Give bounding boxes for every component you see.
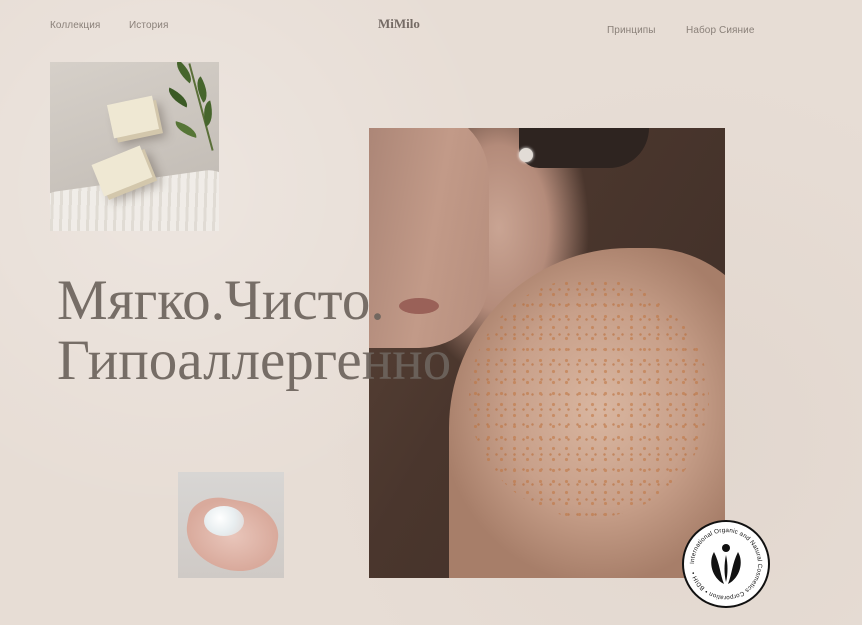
bdih-logo-icon: International Organic and Natural Cosmet… bbox=[689, 527, 763, 601]
nav-principles-link[interactable]: Принципы bbox=[607, 25, 656, 36]
soap-bar bbox=[106, 95, 160, 139]
leaf bbox=[172, 121, 200, 138]
soap-photo bbox=[50, 62, 219, 231]
hero-headline-line-2: Гипоаллергенно bbox=[57, 329, 452, 392]
nav-glow-set-link[interactable]: Набор Сияние bbox=[686, 25, 755, 36]
gel bbox=[204, 506, 244, 536]
nav-history-link[interactable]: История bbox=[129, 20, 168, 31]
nav-collection-link[interactable]: Коллекция bbox=[50, 20, 100, 31]
leaf bbox=[164, 87, 192, 108]
hand bbox=[180, 492, 284, 578]
brand-logo[interactable]: MiMilo bbox=[378, 16, 420, 32]
bdih-certification-badge[interactable]: International Organic and Natural Cosmet… bbox=[682, 520, 770, 608]
hero-headline-line-1: Мягко.Чисто. bbox=[57, 269, 385, 332]
earring bbox=[519, 148, 533, 162]
hair bbox=[519, 128, 649, 168]
hand-photo bbox=[178, 472, 284, 578]
freckles bbox=[469, 278, 709, 518]
hero-headline: Мягко.Чисто. Гипоаллергенно bbox=[57, 271, 451, 391]
